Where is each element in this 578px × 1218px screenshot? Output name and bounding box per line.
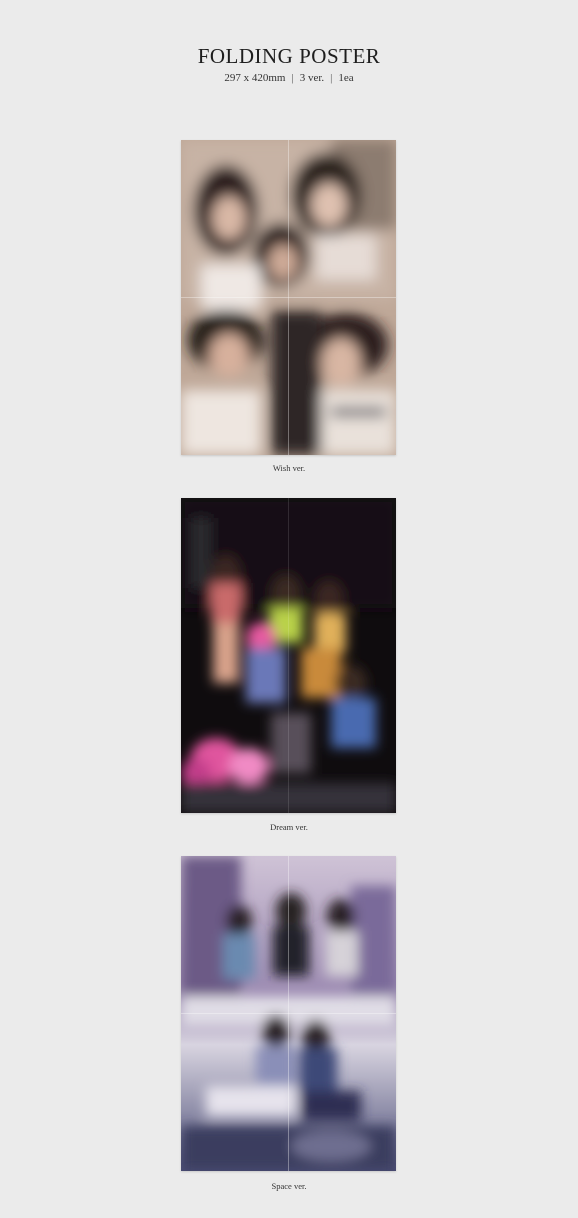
poster-image-space xyxy=(181,856,396,1171)
poster-specs: 297 x 420mm | 3 ver. | 1ea xyxy=(0,72,578,84)
poster-caption-wish: Wish ver. xyxy=(272,463,306,473)
quantity: 1ea xyxy=(338,72,354,84)
separator: | xyxy=(330,72,333,84)
poster-image-wish xyxy=(181,140,396,455)
version-count: 3 ver. xyxy=(299,72,325,84)
poster-size: 297 x 420mm xyxy=(224,72,286,84)
poster-caption-dream: Dream ver. xyxy=(270,822,308,832)
page-title: FOLDING POSTER xyxy=(197,44,381,68)
poster-image-dream xyxy=(181,498,396,813)
separator: | xyxy=(291,72,294,84)
poster-caption-space: Space ver. xyxy=(271,1181,307,1191)
